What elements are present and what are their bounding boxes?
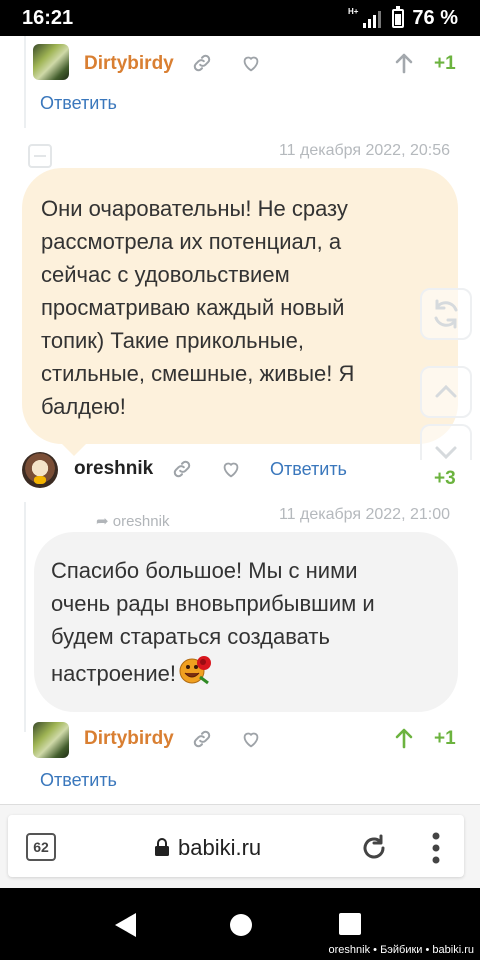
author-name[interactable]: oreshnik [74,458,153,480]
comment-footer: Dirtybirdy +1 [0,40,480,84]
collapse-button[interactable] [28,144,52,168]
avatar[interactable] [22,452,58,488]
heart-icon[interactable] [240,728,262,750]
url-text[interactable]: babiki.ru [178,835,261,861]
link-icon[interactable] [171,458,193,480]
mention-name: oreshnik [112,513,170,530]
status-indicators: H+ 76 % [347,6,458,30]
reply-arrow-icon: ➦ [96,513,109,530]
network-type: H+ [347,7,359,16]
heart-icon[interactable] [240,52,262,74]
upvote-icon[interactable] [394,52,414,74]
comments-thread: Dirtybirdy +1 Ответить 11 декабря 2022, … [0,36,480,804]
comment-footer: oreshnik Ответить +3 [0,448,480,492]
battery-icon [392,6,405,28]
reply-link[interactable]: Ответить [40,770,117,791]
link-icon[interactable] [191,52,213,74]
scroll-up-button[interactable] [420,366,472,418]
tab-switcher-button[interactable]: 62 [26,833,56,861]
browser-toolbar: 62 babiki.ru [0,804,480,888]
status-bar: 16:21 H+ 76 % [0,0,480,36]
comment-text: Они очаровательны! Не сразу рассмотрела … [41,196,355,419]
home-icon[interactable] [228,912,254,938]
reply-to-mention[interactable]: ➦ oreshnik [96,512,169,530]
refresh-comments-button[interactable] [420,288,472,340]
avatar[interactable] [33,722,69,758]
upvote-icon[interactable] [394,727,414,749]
more-menu-icon[interactable] [426,831,446,865]
reload-icon[interactable] [359,833,389,863]
battery-percent: 76 % [412,7,458,29]
status-time: 16:21 [22,7,74,29]
scroll-down-button[interactable] [420,424,472,460]
author-name[interactable]: Dirtybirdy [84,728,174,750]
signal-icon [363,10,382,28]
reply-link[interactable]: Ответить [40,93,117,114]
rating: +3 [434,468,456,489]
back-icon[interactable] [112,911,138,939]
link-icon[interactable] [191,728,213,750]
recents-icon[interactable] [338,912,362,936]
heart-icon[interactable] [220,458,242,480]
comment-footer: Dirtybirdy +1 [0,718,480,762]
smiley-with-rose-icon [176,653,214,687]
system-nav-bar: oreshnik • Бэйбики • babiki.ru [0,888,480,960]
comment-timestamp: 11 декабря 2022, 21:00 [278,506,450,523]
author-name[interactable]: Dirtybirdy [84,53,174,75]
reply-link[interactable]: Ответить [270,459,347,480]
comment-bubble: Они очаровательны! Не сразу рассмотрела … [22,168,458,444]
avatar[interactable] [33,44,69,80]
lock-icon [155,838,169,856]
watermark: oreshnik • Бэйбики • babiki.ru [322,940,480,960]
rating: +1 [434,728,456,749]
comment-bubble: Спасибо большое! Мы с ними очень рады вн… [34,532,458,712]
comment-timestamp: 11 декабря 2022, 20:56 [278,142,450,159]
rating: +1 [434,53,456,74]
